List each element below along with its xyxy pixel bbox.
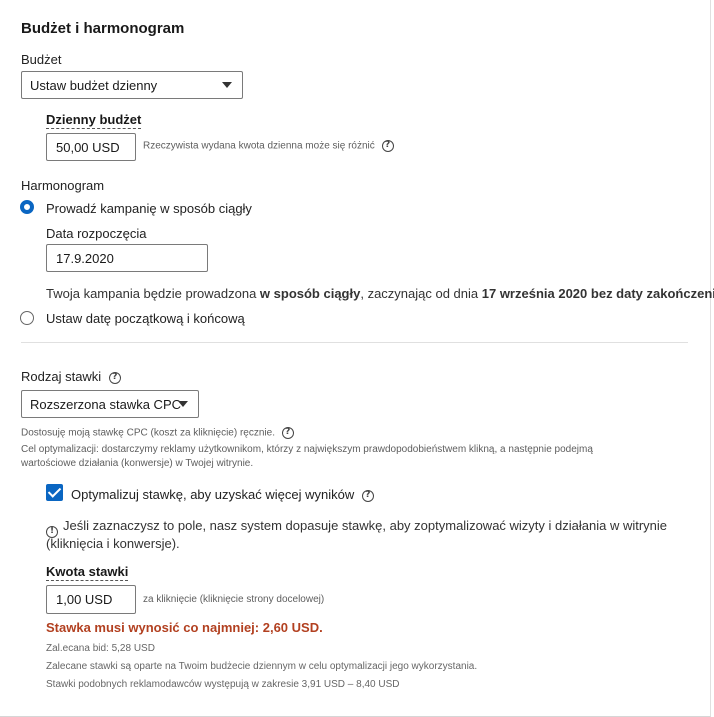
section-title: Budżet i harmonogram <box>21 20 185 37</box>
schedule-label: Harmonogram <box>21 178 105 193</box>
help-icon[interactable]: ? <box>381 140 394 152</box>
schedule-summary-prefix: Twoja kampania będzie prowadzona <box>46 286 260 301</box>
bid-amount-label: Kwota stawki <box>46 564 129 581</box>
divider <box>21 342 688 343</box>
bid-type-label-text: Rodzaj stawki <box>21 369 102 384</box>
help-icon[interactable]: ? <box>281 427 294 439</box>
radio-date-range-label: Ustaw datę początkową i końcową <box>46 311 245 326</box>
radio-date-range[interactable] <box>20 311 34 325</box>
schedule-summary-continuous: w sposób ciągły <box>259 286 361 301</box>
chevron-down-icon <box>178 401 188 407</box>
radio-continuous[interactable] <box>20 200 34 214</box>
bid-description-text: Dostosuję moją stawkę CPC (koszt za klik… <box>21 427 275 439</box>
daily-budget-value: 50,00 USD <box>56 139 120 155</box>
daily-budget-label: Dzienny budżet <box>46 112 142 129</box>
bid-amount-value: 1,00 USD <box>56 592 113 607</box>
help-icon[interactable]: ? <box>108 371 121 384</box>
similar-advertisers-range: Stawki podobnych reklamodawców występują… <box>46 679 400 690</box>
bid-type-value: Rozszerzona stawka CPC <box>30 396 181 412</box>
bid-type-label: Rodzaj stawki ? <box>21 369 121 384</box>
budget-type-value: Ustaw budżet dzienny <box>30 77 158 93</box>
daily-budget-note-text: Rzeczywista wydana kwota dzienna może si… <box>143 140 375 152</box>
budget-label: Budżet <box>21 52 62 67</box>
bid-amount-unit: za kliknięcie (kliknięcie strony docelow… <box>143 594 325 605</box>
bid-description-line1: Dostosuję moją stawkę CPC (koszt za klik… <box>21 427 294 439</box>
budget-type-select[interactable]: Ustaw budżet dzienny <box>21 71 243 99</box>
bid-error-message: Stawka musi wynosić co najmniej: 2,60 US… <box>46 620 323 635</box>
bid-type-select[interactable]: Rozszerzona stawka CPC <box>21 390 199 418</box>
schedule-summary-no-end: bez daty zakończenia. <box>587 286 714 301</box>
radio-continuous-label: Prowadź kampanię w sposób ciągły <box>46 201 252 216</box>
daily-budget-input[interactable]: 50,00 USD <box>46 133 136 161</box>
chevron-down-icon <box>222 82 232 88</box>
start-date-input[interactable]: 17.9.2020 <box>46 244 208 272</box>
schedule-summary-date: 17 września 2020 <box>481 286 588 301</box>
optimize-bid-label: Optymalizuj stawkę, aby uzyskać więcej w… <box>71 487 374 502</box>
help-icon[interactable]: ? <box>361 489 374 502</box>
start-date-label: Data rozpoczęcia <box>46 226 147 241</box>
schedule-summary-mid: , zaczynając od dnia <box>360 286 482 301</box>
optimize-note-line2: (kliknięcia i konwersje). <box>46 536 180 551</box>
recommended-bid: Zal.ecana bid: 5,28 USD <box>46 643 155 654</box>
bid-description-line2: Cel optymalizacji: dostarczymy reklamy u… <box>21 444 593 455</box>
optimize-bid-label-text: Optymalizuj stawkę, aby uzyskać więcej w… <box>71 487 355 502</box>
schedule-summary: Twoja kampania będzie prowadzona w sposó… <box>46 286 714 301</box>
daily-budget-note: Rzeczywista wydana kwota dzienna może si… <box>143 140 394 152</box>
start-date-value: 17.9.2020 <box>56 250 114 266</box>
optimize-note-line1: Jeśli zaznaczysz to pole, nasz system do… <box>63 518 668 533</box>
bid-description-line3: wartościowe działania (konwersje) w Twoj… <box>21 458 254 469</box>
bid-amount-input[interactable]: 1,00 USD <box>46 585 136 614</box>
recommended-bid-note: Zalecane stawki są oparte na Twoim budże… <box>46 661 478 672</box>
optimize-bid-checkbox[interactable] <box>46 484 63 501</box>
